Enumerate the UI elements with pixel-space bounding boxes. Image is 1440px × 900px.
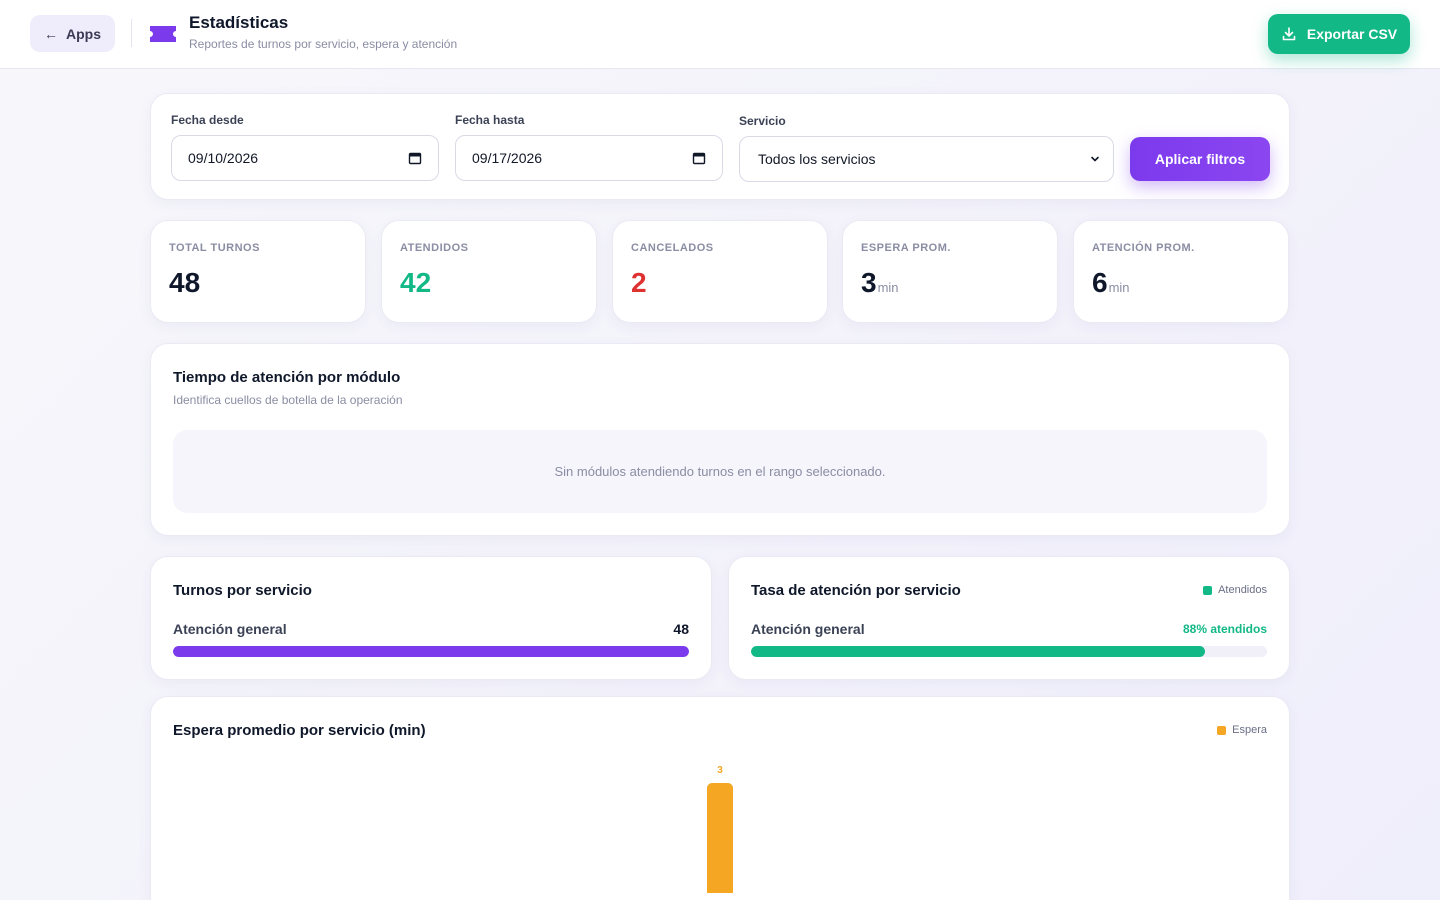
- date-from-input[interactable]: 09/10/2026: [171, 135, 439, 181]
- service-value: Todos los servicios: [758, 151, 876, 167]
- modules-card: Tiempo de atención por módulo Identifica…: [150, 343, 1290, 536]
- apply-filters-button[interactable]: Aplicar filtros: [1130, 137, 1270, 181]
- calendar-icon: [692, 152, 706, 165]
- download-icon: [1282, 27, 1296, 41]
- top-header: ← Apps Estadísticas Reportes de turnos p…: [0, 0, 1440, 69]
- avg-wait-card: Espera promedio por servicio (min) Esper…: [150, 696, 1290, 900]
- stat-card-total: TOTAL TURNOS 48: [150, 220, 366, 323]
- stat-label: TOTAL TURNOS: [169, 242, 260, 254]
- stat-value: 2: [631, 267, 647, 299]
- stat-value: 42: [400, 267, 431, 299]
- modules-subtitle: Identifica cuellos de botella de la oper…: [173, 393, 403, 407]
- date-from-label: Fecha desde: [171, 113, 244, 127]
- rate-row-value: 88% atendidos: [1182, 622, 1267, 636]
- stat-value: 3 min: [861, 267, 899, 299]
- page-title: Estadísticas: [189, 13, 289, 32]
- modules-empty-state: Sin módulos atendiendo turnos en el rang…: [173, 430, 1267, 513]
- stat-card-avg-wait: ESPERA PROM. 3 min: [842, 220, 1058, 323]
- service-row-value: 48: [673, 621, 689, 637]
- service-select[interactable]: Todos los servicios: [739, 136, 1114, 182]
- wait-bar: [707, 783, 733, 893]
- date-to-value: 09/17/2026: [472, 150, 543, 166]
- rate-progress-track: [751, 646, 1267, 657]
- stat-value: 6 min: [1092, 267, 1130, 299]
- rate-row-label: Atención general: [751, 621, 865, 637]
- stat-unit: min: [1108, 280, 1130, 295]
- turns-per-service-title: Turnos por servicio: [173, 582, 312, 599]
- stat-card-avg-attention: ATENCIÓN PROM. 6 min: [1073, 220, 1289, 323]
- attention-rate-card: Tasa de atención por servicio Atendidos …: [728, 556, 1290, 680]
- avg-wait-title: Espera promedio por servicio (min): [173, 722, 426, 739]
- date-to-input[interactable]: 09/17/2026: [455, 135, 723, 181]
- calendar-icon: [408, 152, 422, 165]
- filters-card: Fecha desde 09/10/2026 Fecha hasta 09/17…: [150, 93, 1290, 200]
- rate-progress-fill: [751, 646, 1206, 657]
- turns-per-service-card: Turnos por servicio Atención general 48: [150, 556, 712, 680]
- header-divider: [131, 19, 132, 47]
- title-block: Estadísticas Reportes de turnos por serv…: [189, 13, 457, 51]
- service-progress-fill: [173, 646, 689, 657]
- back-to-apps-button[interactable]: ← Apps: [30, 15, 115, 52]
- stat-card-cancelled: CANCELADOS 2: [612, 220, 828, 323]
- stat-value: 48: [169, 267, 200, 299]
- stat-label: ATENDIDOS: [400, 242, 469, 254]
- arrow-left-icon: ←: [44, 25, 58, 42]
- legend-swatch: [1203, 585, 1213, 595]
- stat-label: ESPERA PROM.: [861, 242, 951, 254]
- page-subtitle: Reportes de turnos por servicio, espera …: [189, 37, 458, 51]
- stat-label: ATENCIÓN PROM.: [1092, 242, 1195, 254]
- legend-swatch: [1217, 725, 1227, 735]
- attention-rate-title: Tasa de atención por servicio: [751, 582, 961, 599]
- stat-number: 6: [1092, 267, 1108, 298]
- stat-label: CANCELADOS: [631, 242, 714, 254]
- legend-label: Espera: [1232, 724, 1267, 736]
- service-progress-track: [173, 646, 689, 657]
- attention-rate-legend: Atendidos: [1203, 584, 1267, 596]
- wait-bar-value: 3: [717, 765, 723, 776]
- stat-number: 42: [400, 267, 432, 298]
- stat-number: 2: [631, 267, 647, 298]
- legend-label: Atendidos: [1218, 584, 1267, 596]
- service-row-label: Atención general: [173, 621, 287, 637]
- stat-card-attended: ATENDIDOS 42: [381, 220, 597, 323]
- modules-title: Tiempo de atención por módulo: [173, 369, 401, 386]
- date-from-value: 09/10/2026: [188, 150, 259, 166]
- back-label: Apps: [66, 25, 101, 42]
- stat-number: 48: [169, 267, 201, 298]
- service-label: Servicio: [739, 114, 786, 128]
- chevron-down-icon: [1091, 156, 1099, 162]
- stat-unit: min: [877, 280, 899, 295]
- export-csv-button[interactable]: Exportar CSV: [1268, 14, 1410, 54]
- export-label: Exportar CSV: [1306, 26, 1398, 42]
- date-to-label: Fecha hasta: [455, 113, 525, 127]
- avg-wait-legend: Espera: [1217, 724, 1267, 736]
- ticket-icon: [150, 26, 176, 42]
- stat-number: 3: [861, 267, 877, 298]
